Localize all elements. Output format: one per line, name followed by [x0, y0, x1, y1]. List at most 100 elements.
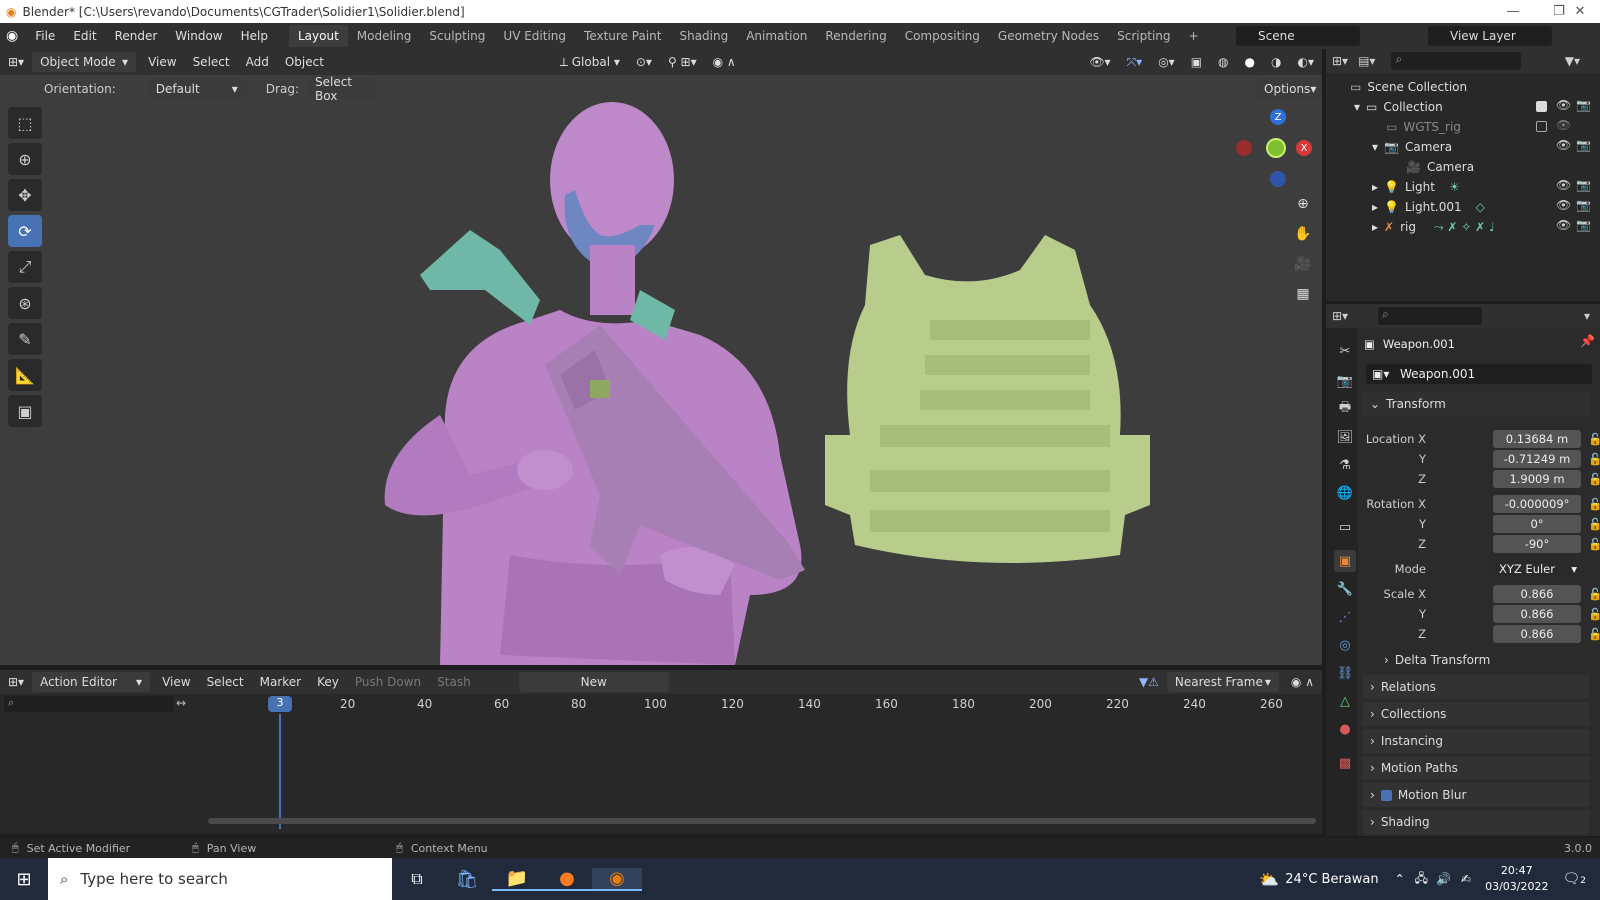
lock-icon[interactable]: 🔓 [1588, 587, 1600, 601]
panel-relations[interactable]: › Relations [1362, 675, 1590, 699]
action-editor[interactable]: ⌕ ↔ 20 40 60 80 100 120 140 160 180 200 … [0, 694, 1322, 834]
panel-instancing[interactable]: › Instancing [1362, 729, 1590, 753]
particles-tab-icon[interactable]: ⋰ [1334, 606, 1356, 628]
gizmo-negative-x[interactable] [1236, 140, 1252, 156]
menu-view[interactable]: View [154, 675, 198, 689]
menu-add[interactable]: Add [238, 55, 277, 69]
menu-render[interactable]: Render [106, 29, 167, 43]
store-icon[interactable]: 🛍 [442, 869, 492, 890]
proportional-edit-icon[interactable]: ◉ ∧ [705, 55, 744, 69]
texture-tab-icon[interactable]: ▩ [1334, 752, 1356, 774]
object-name-field[interactable]: ▣▾ Weapon.001 [1366, 364, 1592, 384]
menu-key[interactable]: Key [309, 675, 347, 689]
expand-arrow-icon[interactable]: ▸ [1372, 200, 1378, 214]
gizmo-negative-z[interactable] [1270, 171, 1286, 187]
task-view-icon[interactable]: ⧉ [392, 869, 442, 889]
lock-icon[interactable]: 🔓 [1588, 497, 1600, 511]
filter-icon[interactable]: ▼⚠ [1131, 675, 1167, 689]
panel-collections[interactable]: › Collections [1362, 702, 1590, 726]
tree-light-001[interactable]: ▸ 💡 Light.001 ◇ [1372, 197, 1485, 217]
menu-file[interactable]: File [26, 29, 64, 43]
data-tab-icon[interactable]: △ [1334, 690, 1356, 712]
overlay-toggle-icon[interactable]: ◎▾ [1150, 55, 1183, 69]
snap-icon[interactable]: ⚲ ⊞▾ [660, 55, 705, 69]
lock-icon[interactable]: 🔓 [1588, 627, 1600, 641]
visibility-eye-icon[interactable]: 👁 [1556, 98, 1571, 112]
snap-dropdown[interactable]: Nearest Frame ▾ [1166, 672, 1279, 692]
panel-motion-blur[interactable]: › Motion Blur [1362, 783, 1590, 807]
shading-solid-icon[interactable]: ● [1237, 55, 1263, 69]
navigation-gizmo[interactable]: Z X [1236, 105, 1316, 187]
render-camera-icon[interactable]: 📷 [1576, 218, 1591, 232]
gizmo-x-axis[interactable]: X [1296, 140, 1312, 156]
panel-shading[interactable]: › Shading [1362, 810, 1590, 834]
editor-type-icon[interactable]: ⊞▾ [0, 55, 32, 69]
tab-compositing[interactable]: Compositing [896, 25, 989, 47]
properties-search[interactable]: ⌕ [1378, 307, 1483, 325]
editor-mode-dropdown[interactable]: Action Editor ▾ [32, 672, 151, 692]
perspective-grid-icon[interactable]: ▦ [1290, 281, 1316, 307]
tree-light[interactable]: ▸ 💡 Light ☀ [1372, 177, 1460, 197]
camera-view-icon[interactable]: 🎥 [1290, 251, 1316, 277]
menu-edit[interactable]: Edit [64, 29, 105, 43]
volume-icon[interactable]: 🔊 [1436, 872, 1451, 886]
tool-tab-icon[interactable]: ✂ [1334, 340, 1356, 362]
display-mode-icon[interactable]: ▤▾ [1358, 54, 1375, 68]
pin-icon[interactable]: 📌 [1580, 334, 1595, 348]
3d-viewport[interactable]: Orientation: Default ▾ Drag: Select Box O… [0, 75, 1322, 665]
current-frame-indicator[interactable]: 3 [268, 696, 292, 712]
tree-scene-collection[interactable]: ▭ Scene Collection [1350, 77, 1467, 97]
pan-hand-icon[interactable]: ✋ [1290, 221, 1316, 247]
scale-z-field[interactable]: 0.866 [1493, 624, 1581, 643]
material-tab-icon[interactable]: ● [1334, 718, 1356, 740]
firefox-icon[interactable]: ● [542, 868, 592, 891]
proportional-icon[interactable]: ◉ ∧ [1283, 675, 1322, 689]
tab-modeling[interactable]: Modeling [348, 25, 421, 47]
minimize-button[interactable]: — [1490, 0, 1536, 23]
panel-delta-transform[interactable]: › Delta Transform [1376, 648, 1590, 672]
menu-object[interactable]: Object [277, 55, 332, 69]
menu-select[interactable]: Select [185, 55, 238, 69]
menu-select[interactable]: Select [199, 675, 252, 689]
zoom-icon[interactable]: ⊕ [1290, 191, 1316, 217]
render-tab-icon[interactable]: 📷 [1334, 370, 1356, 392]
channel-search[interactable]: ⌕ [4, 696, 174, 712]
tab-shading[interactable]: Shading [670, 25, 737, 47]
visibility-eye-icon[interactable]: 👁 [1556, 118, 1571, 132]
location-x-field[interactable]: 0.13684 m [1493, 429, 1581, 448]
tree-rig[interactable]: ▸ ✗ rig ⤳ ✗ ✧ ✗ ♩ [1372, 217, 1495, 237]
clock[interactable]: 20:47 03/03/2022 [1485, 863, 1548, 895]
horizontal-scrollbar[interactable] [208, 818, 1316, 824]
modifier-tab-icon[interactable]: 🔧 [1334, 578, 1356, 600]
editor-type-icon[interactable]: ⊞▾ [0, 675, 32, 689]
visibility-eye-icon[interactable]: 👁 [1556, 198, 1571, 212]
tab-rendering[interactable]: Rendering [816, 25, 895, 47]
transform-orientation-dropdown[interactable]: ⟂ Global ▾ [552, 55, 628, 70]
playhead[interactable] [279, 714, 281, 829]
expand-arrow-icon[interactable]: ▾ [1372, 140, 1378, 154]
options-icon[interactable]: ▾ [1584, 309, 1590, 323]
visibility-icon[interactable]: 👁▾ [1081, 55, 1118, 69]
tree-wgts-rig[interactable]: ▭ WGTS_rig [1386, 117, 1461, 137]
lock-icon[interactable]: 🔓 [1588, 517, 1600, 531]
menu-view[interactable]: View [140, 55, 184, 69]
add-workspace-button[interactable]: + [1180, 25, 1208, 47]
windows-start-icon[interactable]: ⊞ [0, 869, 48, 890]
pivot-icon[interactable]: ⊙▾ [628, 55, 660, 69]
tree-collection[interactable]: ▾ ▭ Collection [1354, 97, 1443, 117]
render-camera-icon[interactable]: 📷 [1576, 138, 1591, 152]
editor-type-icon[interactable]: ⊞▾ [1332, 309, 1348, 323]
constraints-tab-icon[interactable]: ⛓ [1334, 662, 1356, 684]
pen-icon[interactable]: ✍ [1461, 872, 1471, 886]
lock-icon[interactable]: 🔓 [1588, 537, 1600, 551]
location-y-field[interactable]: -0.71249 m [1493, 449, 1581, 468]
channel-region-divider-icon[interactable]: ↔ [176, 696, 186, 710]
tab-animation[interactable]: Animation [737, 25, 816, 47]
menu-window[interactable]: Window [166, 29, 231, 43]
shading-rendered-icon[interactable]: ◐▾ [1290, 55, 1323, 69]
new-action-button[interactable]: New [518, 672, 669, 692]
blender-menu-icon[interactable]: ◉ [6, 28, 18, 44]
gizmo-y-axis[interactable] [1266, 138, 1286, 158]
taskbar-search[interactable]: ⌕ Type here to search [48, 858, 392, 900]
world-tab-icon[interactable]: 🌐 [1334, 482, 1356, 504]
